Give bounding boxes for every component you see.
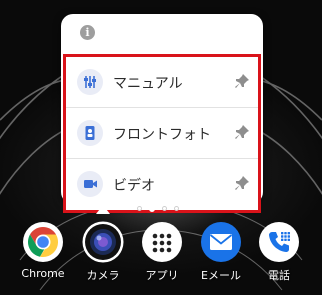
page-dot <box>174 206 179 211</box>
info-icon[interactable]: i <box>80 25 95 40</box>
dock-app-chrome[interactable]: Chrome <box>17 221 69 280</box>
popup-header: i <box>61 14 263 54</box>
apps-grid-icon <box>141 221 183 263</box>
shortcut-item-manual[interactable]: マニュアル <box>66 57 258 108</box>
chrome-icon <box>22 221 64 263</box>
page-dot-active <box>149 205 155 212</box>
shortcut-item-front-photo[interactable]: フロントフォト <box>66 108 258 159</box>
page-indicator <box>137 205 187 214</box>
video-camera-icon <box>77 171 103 197</box>
manual-sliders-icon <box>77 69 103 95</box>
pin-icon[interactable] <box>234 175 250 191</box>
shortcut-item-video[interactable]: ビデオ <box>66 159 258 210</box>
email-icon <box>200 221 242 263</box>
shortcut-list-highlight: マニュアル フロントフォト ビデオ <box>63 54 261 213</box>
popup-pointer-caret <box>96 205 110 214</box>
dock-label: Eメール <box>201 269 241 282</box>
page-dot <box>137 206 142 211</box>
pin-icon[interactable] <box>234 124 250 140</box>
pin-icon[interactable] <box>234 73 250 89</box>
camera-icon <box>82 221 124 263</box>
dock-app-apps[interactable]: アプリ <box>136 221 188 283</box>
dock-label: アプリ <box>145 269 179 282</box>
shortcut-label: フロントフォト <box>113 127 211 143</box>
dock-label: 電話 <box>268 269 290 282</box>
dock-app-phone[interactable]: 電話 <box>253 221 305 283</box>
dock-label: カメラ <box>86 269 120 282</box>
dock-app-email[interactable]: Eメール <box>195 221 247 283</box>
dock-app-camera[interactable]: カメラ <box>77 221 129 283</box>
phone-icon <box>258 221 300 263</box>
shortcut-label: マニュアル <box>113 76 183 92</box>
shortcut-label: ビデオ <box>113 178 155 194</box>
dock-label: Chrome <box>21 267 65 280</box>
front-camera-icon <box>77 120 103 146</box>
page-dot <box>162 206 167 211</box>
app-shortcuts-popup: i マニュアル フロントフォト ビデオ <box>61 14 263 213</box>
